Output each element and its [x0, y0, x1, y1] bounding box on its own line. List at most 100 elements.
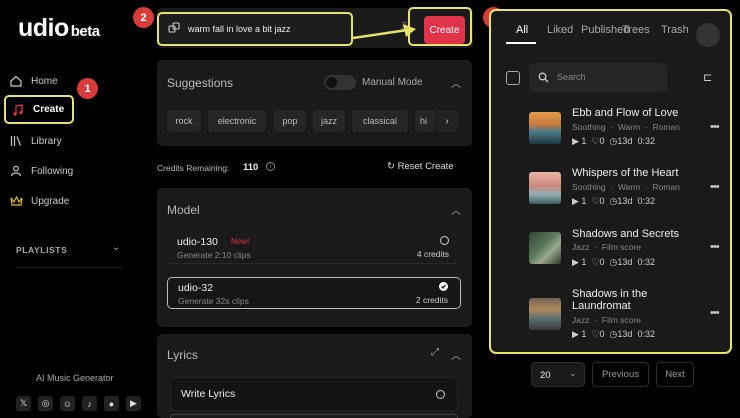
song-title[interactable]: Shadows in the Laundromat	[572, 288, 682, 312]
nav-upgrade[interactable]: Upgrade	[4, 188, 74, 214]
social-links: 𝕏 ◎ ☺ ♪ ● ▶	[16, 396, 141, 411]
manual-mode-label: Manual Mode	[362, 77, 423, 88]
sidebar-divider	[16, 267, 122, 268]
more-options-icon[interactable]: •••	[710, 307, 720, 319]
twitter-icon[interactable]: 𝕏	[16, 396, 31, 411]
suggestion-chip[interactable]: hi	[415, 110, 435, 132]
song-stats: ▶ 1 ♡0 ◷13d 0:32	[572, 257, 655, 267]
nav-create-label: Create	[33, 104, 65, 115]
shuffle-icon[interactable]	[168, 22, 182, 36]
new-badge: New!	[231, 237, 250, 246]
tab-trash[interactable]: Trash	[661, 24, 689, 36]
radio-selected-check-icon[interactable]	[439, 282, 448, 291]
chevron-down-icon[interactable]: ⌄	[112, 242, 120, 253]
tab-all[interactable]: All	[516, 24, 528, 36]
model-credits: 2 credits	[415, 295, 448, 305]
sidebar: udio beta Home Create Library Following U…	[0, 0, 141, 418]
more-options-icon[interactable]: •••	[710, 121, 720, 133]
chevron-right-icon[interactable]: ›	[436, 110, 458, 132]
lyrics-title: Lyrics	[167, 348, 198, 362]
previous-page-button[interactable]: Previous	[592, 362, 649, 387]
library-icon	[9, 134, 23, 148]
manual-mode-toggle[interactable]	[324, 75, 356, 90]
crown-icon	[9, 194, 23, 208]
suggestion-chip[interactable]: jazz	[313, 110, 345, 132]
more-options-icon[interactable]: •••	[710, 181, 720, 193]
instagram-icon[interactable]: ◎	[38, 396, 53, 411]
nav-following-label: Following	[31, 165, 74, 177]
song-thumbnail[interactable]	[529, 112, 561, 144]
reset-create-label: Reset Create	[397, 161, 454, 172]
step-marker-1: 1	[77, 78, 98, 99]
tiktok-icon[interactable]: ♪	[82, 396, 97, 411]
step-marker-2: 2	[133, 7, 154, 28]
tab-liked[interactable]: Liked	[547, 24, 573, 36]
lock-icon[interactable]: ⎍	[401, 21, 408, 32]
suggestion-chip[interactable]: electronic	[208, 110, 266, 132]
song-tags: Soothing · Warm · Roman	[572, 182, 680, 192]
reddit-icon[interactable]: ●	[104, 396, 119, 411]
playlists-heading: PLAYLISTS	[16, 245, 68, 255]
song-title[interactable]: Ebb and Flow of Love	[572, 107, 678, 119]
radio-unselected[interactable]	[440, 236, 449, 245]
info-icon[interactable]: i	[266, 162, 275, 171]
suggestion-chip[interactable]: pop	[274, 110, 306, 132]
music-note-icon	[11, 103, 25, 117]
chevron-down-icon: ⌄	[569, 368, 577, 378]
nav-home-label: Home	[31, 75, 58, 87]
more-options-icon[interactable]: •••	[710, 241, 720, 253]
write-lyrics-label: Write Lyrics	[181, 388, 236, 400]
select-all-checkbox[interactable]	[506, 71, 520, 85]
refresh-icon: ↻	[387, 161, 395, 172]
write-lyrics-option[interactable]: Write Lyrics	[170, 377, 458, 411]
song-thumbnail[interactable]	[529, 298, 561, 330]
suggestion-chip[interactable]: classical	[352, 110, 408, 132]
model-option-udio-130[interactable]: udio-130 New! Generate 2:10 clips 4 cred…	[167, 232, 461, 264]
nav-create[interactable]: Create	[4, 95, 74, 124]
lyrics-next-option[interactable]	[170, 414, 458, 418]
suggestions-panel	[157, 60, 472, 146]
prompt-text: warm fall in love a bit jazz	[188, 24, 291, 34]
avatar[interactable]	[696, 23, 720, 47]
user-icon	[9, 164, 23, 178]
home-icon	[9, 74, 23, 88]
reset-create-button[interactable]: ↻ Reset Create	[387, 161, 454, 172]
credits-label: Credits Remaining:	[157, 163, 230, 173]
page-size-select[interactable]: 20 ⌄	[531, 362, 585, 387]
radio-unselected[interactable]	[436, 390, 445, 399]
udio-logo[interactable]: udio beta	[18, 14, 100, 43]
youtube-icon[interactable]: ▶	[126, 396, 141, 411]
discord-icon[interactable]: ☺	[60, 396, 75, 411]
model-description: Generate 32s clips	[178, 296, 249, 306]
search-icon	[538, 72, 549, 83]
song-stats: ▶ 1 ♡0 ◷13d 0:32	[572, 196, 655, 206]
song-title[interactable]: Whispers of the Heart	[572, 167, 678, 179]
nav-library-label: Library	[31, 135, 62, 147]
active-tab-indicator	[506, 42, 536, 44]
tree-view-icon[interactable]: ⊏	[703, 71, 712, 84]
song-stats: ▶ 1 ♡0 ◷13d 0:32	[572, 136, 655, 146]
create-button[interactable]: Create	[424, 16, 465, 44]
song-title[interactable]: Shadows and Secrets	[572, 228, 679, 240]
model-name: udio-130	[177, 236, 218, 248]
app-root: udio beta Home Create Library Following U…	[0, 0, 740, 418]
suggestion-chip[interactable]: rock	[167, 110, 201, 132]
model-option-udio-32[interactable]: udio-32 Generate 32s clips 2 credits	[167, 277, 461, 309]
nav-home[interactable]: Home	[4, 68, 74, 94]
song-stats: ▶ 1 ♡0 ◷13d 0:32	[572, 329, 655, 339]
search-input[interactable]: Search	[529, 63, 667, 92]
expand-icon[interactable]: ⤢	[431, 347, 439, 358]
song-thumbnail[interactable]	[529, 172, 561, 204]
nav-following[interactable]: Following	[4, 158, 74, 184]
model-description: Generate 2:10 clips	[177, 250, 251, 260]
chevron-up-icon[interactable]: ︿	[451, 202, 461, 217]
song-thumbnail[interactable]	[529, 232, 561, 264]
chevron-up-icon[interactable]: ︿	[451, 75, 461, 90]
next-page-button[interactable]: Next	[656, 362, 694, 387]
model-title: Model	[167, 203, 200, 217]
chevron-up-icon[interactable]: ︿	[451, 347, 461, 362]
prompt-input[interactable]: warm fall in love a bit jazz	[157, 12, 353, 46]
nav-library[interactable]: Library	[4, 128, 74, 154]
ai-music-generator-label: AI Music Generator	[36, 373, 114, 383]
tab-trees[interactable]: Trees	[622, 24, 650, 36]
